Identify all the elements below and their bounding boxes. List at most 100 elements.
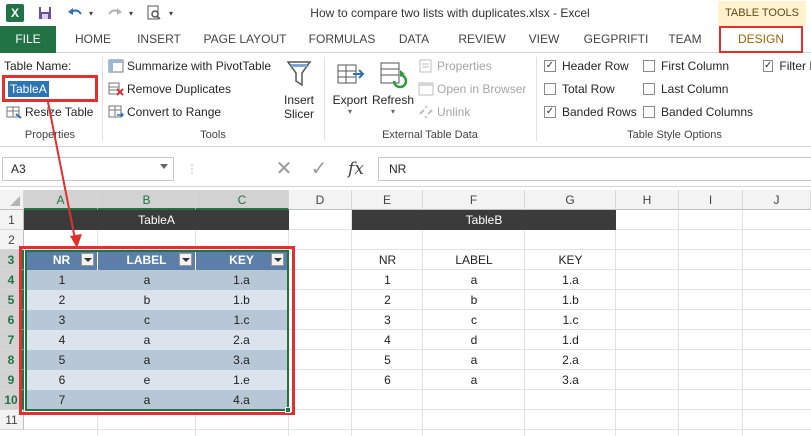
tab-team[interactable]: TEAM — [662, 26, 708, 53]
group-label-properties: Properties — [24, 129, 76, 141]
table-b-header-label[interactable]: LABEL — [423, 250, 525, 270]
table-name-value: TableA — [8, 81, 49, 97]
unlink-label: Unlink — [437, 105, 471, 119]
resize-table-icon — [6, 105, 22, 119]
column-header-h[interactable]: H — [616, 190, 679, 210]
formula-input[interactable]: NR — [378, 157, 811, 181]
resize-table-button[interactable]: Resize Table — [6, 105, 93, 119]
header-row-checkbox[interactable]: ✓ Header Row — [544, 59, 629, 73]
table-b-cell[interactable]: a — [423, 270, 525, 290]
table-b-cell[interactable]: b — [423, 290, 525, 310]
table-b-cell[interactable]: 1.d — [525, 330, 616, 350]
gridline — [742, 210, 743, 436]
table-b-cell[interactable]: 1 — [352, 270, 423, 290]
banded-rows-checkbox[interactable]: ✓ Banded Rows — [544, 105, 637, 119]
name-box-dropdown-icon[interactable] — [160, 164, 168, 169]
cancel-icon[interactable]: ✕ — [272, 158, 296, 180]
remove-duplicates-button[interactable]: Remove Duplicates — [108, 82, 231, 96]
redo-icon[interactable] — [104, 3, 126, 23]
column-header-b[interactable]: B — [98, 190, 196, 210]
table-b-cell[interactable]: 2 — [352, 290, 423, 310]
refresh-icon — [378, 59, 408, 89]
customize-qat-icon[interactable]: ▾ — [166, 3, 176, 23]
table-a-highlight-box — [19, 246, 295, 415]
checkbox-checked-icon: ✓ — [544, 106, 556, 118]
column-header-i[interactable]: I — [679, 190, 743, 210]
tab-design[interactable]: DESIGN — [719, 26, 803, 53]
export-button[interactable]: Export ▾ — [330, 59, 370, 116]
tab-home[interactable]: HOME — [66, 26, 120, 53]
column-header-c[interactable]: C — [196, 190, 289, 210]
table-b-cell[interactable]: 2.a — [525, 350, 616, 370]
table-b-cell[interactable]: c — [423, 310, 525, 330]
fill-handle[interactable] — [285, 407, 291, 413]
column-header-j[interactable]: J — [743, 190, 811, 210]
table-b-cell[interactable]: a — [423, 350, 525, 370]
table-a-title: TableA — [24, 210, 289, 230]
tab-file[interactable]: FILE — [0, 26, 56, 53]
open-in-browser-button[interactable]: Open in Browser — [418, 82, 526, 96]
table-b-cell[interactable]: 6 — [352, 370, 423, 390]
table-name-label: Table Name: — [4, 59, 72, 73]
insert-function-icon[interactable]: fx — [341, 157, 371, 181]
insert-slicer-label-1: Insert — [283, 93, 314, 107]
tab-page-layout[interactable]: PAGE LAYOUT — [198, 26, 292, 53]
last-column-label: Last Column — [661, 82, 729, 96]
banded-rows-label: Banded Rows — [562, 105, 637, 119]
row-header-1[interactable]: 1 — [0, 210, 24, 230]
column-header-f[interactable]: F — [423, 190, 525, 210]
summarize-pivottable-button[interactable]: Summarize with PivotTable — [108, 59, 271, 73]
table-b-cell[interactable]: 3 — [352, 310, 423, 330]
select-all-corner[interactable] — [0, 190, 24, 210]
tab-data[interactable]: DATA — [392, 26, 436, 53]
table-b-cell[interactable]: 5 — [352, 350, 423, 370]
table-b-cell[interactable]: a — [423, 370, 525, 390]
column-header-e[interactable]: E — [352, 190, 423, 210]
column-header-d[interactable]: D — [289, 190, 352, 210]
tab-formulas[interactable]: FORMULAS — [304, 26, 380, 53]
undo-icon[interactable] — [64, 3, 86, 23]
table-b-cell[interactable]: 4 — [352, 330, 423, 350]
table-name-input[interactable]: TableA — [2, 75, 98, 102]
tab-gegprifti[interactable]: GEGPRIFTI — [580, 26, 652, 53]
enter-check-icon[interactable]: ✓ — [307, 158, 331, 180]
properties-icon — [418, 59, 434, 73]
formula-bar-grip-icon: ⋮ — [186, 162, 198, 176]
unlink-button[interactable]: Unlink — [418, 105, 470, 119]
total-row-checkbox[interactable]: Total Row — [544, 82, 615, 96]
column-header-g[interactable]: G — [525, 190, 616, 210]
refresh-button[interactable]: Refresh ▾ — [372, 59, 414, 116]
properties-button[interactable]: Properties — [418, 59, 492, 73]
table-b-cell[interactable]: 1.b — [525, 290, 616, 310]
table-b-header-nr[interactable]: NR — [352, 250, 423, 270]
convert-to-range-button[interactable]: Convert to Range — [108, 105, 221, 119]
remove-duplicates-icon — [108, 82, 124, 96]
banded-columns-checkbox[interactable]: Banded Columns — [643, 105, 753, 119]
insert-slicer-button[interactable]: Insert Slicer — [280, 59, 318, 121]
tab-insert[interactable]: INSERT — [128, 26, 190, 53]
banded-columns-label: Banded Columns — [661, 105, 754, 119]
column-header-a[interactable]: A — [24, 190, 98, 210]
worksheet-grid[interactable]: A B C D E F G H I J 1 2 3 4 5 6 7 8 9 10… — [0, 190, 811, 436]
table-b-cell[interactable]: 1.c — [525, 310, 616, 330]
table-b-cell[interactable]: 3.a — [525, 370, 616, 390]
name-box[interactable]: A3 — [2, 157, 174, 181]
checkbox-checked-icon: ✓ — [763, 60, 774, 72]
pivottable-icon — [108, 59, 124, 73]
print-preview-icon[interactable] — [144, 3, 164, 23]
last-column-checkbox[interactable]: Last Column — [643, 82, 728, 96]
slicer-icon — [284, 59, 314, 89]
save-icon[interactable] — [34, 3, 56, 23]
table-b-cell[interactable]: 1.a — [525, 270, 616, 290]
tab-review[interactable]: REVIEW — [452, 26, 512, 53]
undo-dropdown-icon[interactable]: ▾ — [86, 3, 96, 23]
convert-to-range-label: Convert to Range — [127, 105, 222, 119]
filter-button-checkbox[interactable]: ✓ Filter B — [763, 59, 811, 73]
first-column-checkbox[interactable]: First Column — [643, 59, 729, 73]
ribbon: Table Name: Resize Table Properties Summ… — [0, 53, 811, 147]
redo-dropdown-icon[interactable]: ▾ — [126, 3, 136, 23]
table-b-cell[interactable]: d — [423, 330, 525, 350]
summarize-pivottable-label: Summarize with PivotTable — [127, 59, 272, 73]
table-b-header-key[interactable]: KEY — [525, 250, 616, 270]
tab-view[interactable]: VIEW — [522, 26, 566, 53]
